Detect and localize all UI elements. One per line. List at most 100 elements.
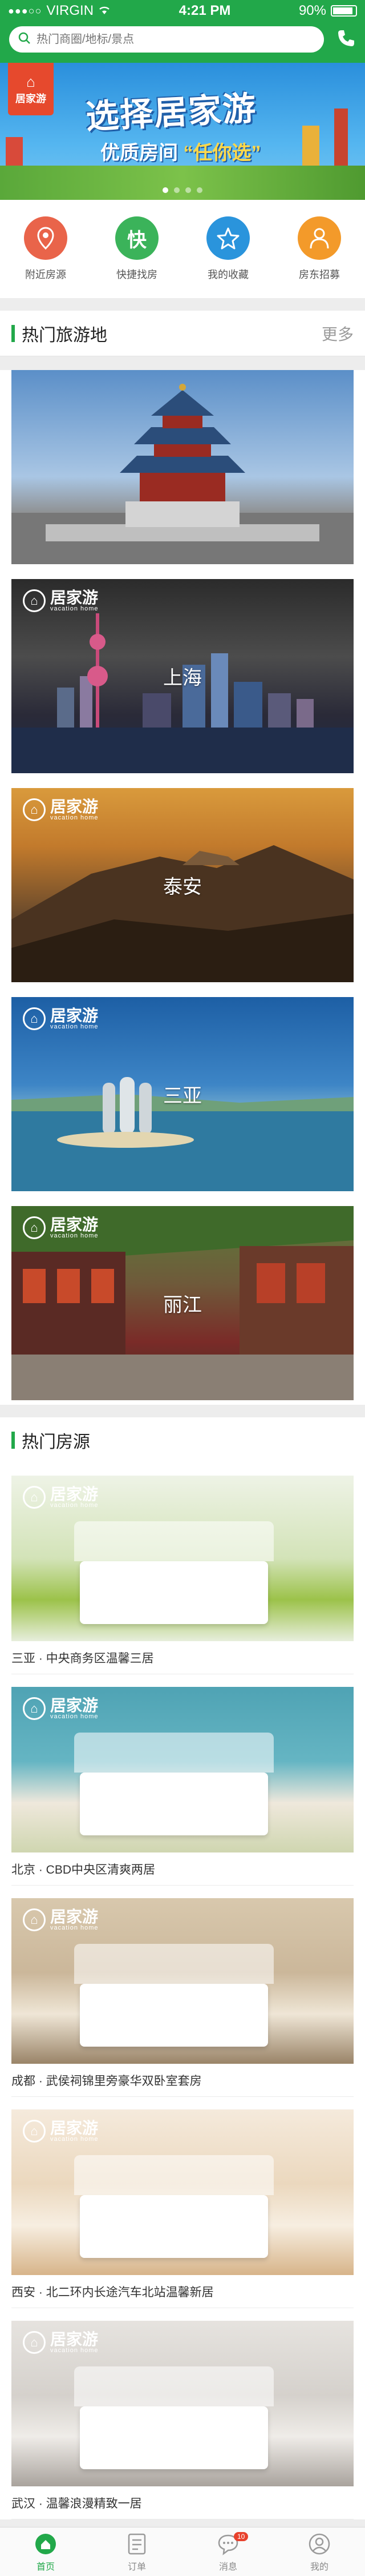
order-icon — [124, 2531, 149, 2557]
room-image: ⌂ 居家游 vacation home — [11, 2321, 354, 2486]
search-input[interactable] — [36, 33, 315, 46]
search-box[interactable] — [9, 26, 324, 53]
home-icon — [33, 2531, 58, 2557]
carrier-label: VIRGIN — [46, 3, 94, 18]
wifi-icon — [98, 3, 111, 19]
pager-dot[interactable] — [185, 187, 191, 193]
tab-messages[interactable]: 10 消息 — [182, 2527, 274, 2576]
room-card[interactable]: ⌂ 居家游 vacation home 西安 · 北二环内长途汽车北站温馨新居 — [11, 2097, 354, 2308]
destination-name: 泰安 — [163, 876, 202, 898]
watermark: ⌂ 居家游 vacation home — [23, 2120, 99, 2143]
watermark: ⌂ 居家游 vacation home — [23, 1007, 99, 1030]
tab-home[interactable]: 首页 — [0, 2527, 91, 2576]
promo-banner[interactable]: ⌂ 居家游 选择居家游 优质房间 “任你选” — [0, 63, 365, 200]
watermark-logo-icon: ⌂ — [23, 1908, 46, 1931]
section-marker — [11, 324, 15, 342]
banner-pager — [0, 187, 365, 193]
section-gap — [0, 1405, 365, 1417]
quick-nav-favorites[interactable]: 我的收藏 — [194, 216, 262, 282]
destinations-title-text: 热门旅游地 — [22, 325, 107, 345]
watermark-tagline: vacation home — [50, 1232, 99, 1239]
room-card[interactable]: ⌂ 居家游 vacation home 武汉 · 温馨浪漫精致一居 — [11, 2308, 354, 2519]
watermark-brand: 居家游 — [50, 588, 99, 606]
location-pin-icon — [24, 216, 67, 260]
banner-hill — [0, 166, 365, 200]
star-icon — [206, 216, 250, 260]
status-bar: ●●●○○ VIRGIN 4:21 PM 90% — [0, 0, 365, 22]
room-card[interactable]: ⌂ 居家游 vacation home 北京 · CBD中央区清爽两居 — [11, 1674, 354, 1886]
watermark-tagline: vacation home — [50, 2346, 99, 2354]
watermark: ⌂ 居家游 vacation home — [23, 1486, 99, 1509]
room-caption: 北京 · CBD中央区清爽两居 — [11, 1852, 354, 1886]
banner-logo: ⌂ 居家游 — [8, 63, 54, 115]
tab-profile[interactable]: 我的 — [274, 2527, 365, 2576]
destinations-header: 热门旅游地 更多 — [0, 311, 365, 356]
top-bar: ●●●○○ VIRGIN 4:21 PM 90% — [0, 0, 365, 63]
room-list: ⌂ 居家游 vacation home 三亚 · 中央商务区温馨三居 ⌂ 居家游 v… — [0, 1463, 365, 2519]
pager-dot[interactable] — [174, 187, 180, 193]
room-image: ⌂ 居家游 vacation home — [11, 1898, 354, 2064]
room-caption: 成都 · 武侯祠锦里旁豪华双卧室套房 — [11, 2064, 354, 2097]
tab-label: 首页 — [36, 2562, 55, 2572]
destination-card[interactable] — [11, 370, 354, 564]
room-card[interactable]: ⌂ 居家游 vacation home 成都 · 武侯祠锦里旁豪华双卧室套房 — [11, 1886, 354, 2097]
more-link[interactable]: 更多 — [322, 322, 354, 345]
watermark-brand: 居家游 — [50, 1006, 99, 1024]
watermark: ⌂ 居家游 vacation home — [23, 1697, 99, 1720]
watermark-logo-icon: ⌂ — [23, 2120, 46, 2143]
watermark-logo-icon: ⌂ — [23, 2331, 46, 2354]
quick-nav-fast-search[interactable]: 快 快捷找房 — [103, 216, 171, 282]
bed-illustration — [74, 1733, 274, 1835]
destination-name: 上海 — [163, 667, 202, 689]
status-time: 4:21 PM — [179, 3, 231, 18]
watermark-tagline: vacation home — [50, 1023, 99, 1030]
watermark-logo-icon: ⌂ — [23, 798, 46, 821]
banner-logo-text: 居家游 — [15, 93, 46, 105]
quick-nav-label: 我的收藏 — [208, 269, 249, 280]
search-row — [0, 22, 365, 53]
watermark-brand: 居家游 — [50, 2330, 99, 2348]
room-caption: 三亚 · 中央商务区温馨三居 — [11, 1641, 354, 1674]
destination-card[interactable]: ⌂ 居家游 vacation home 丽江 — [11, 1206, 354, 1400]
watermark-brand: 居家游 — [50, 1907, 99, 1926]
watermark: ⌂ 居家游 vacation home — [23, 1216, 99, 1239]
rooms-title-text: 热门房源 — [22, 1433, 90, 1452]
tab-label: 我的 — [310, 2562, 328, 2572]
tab-label: 消息 — [218, 2562, 237, 2572]
person-icon — [298, 216, 341, 260]
destination-list: ⌂ 居家游 vacation home 上海 ⌂ 居家游 vacation home… — [0, 370, 365, 1405]
rooms-title: 热门房源 — [11, 1428, 90, 1453]
quick-nav-host-recruit[interactable]: 房东招募 — [285, 216, 354, 282]
watermark-tagline: vacation home — [50, 605, 99, 612]
destination-card[interactable]: ⌂ 居家游 vacation home 上海 — [11, 579, 354, 773]
room-card[interactable]: ⌂ 居家游 vacation home 三亚 · 中央商务区温馨三居 — [11, 1463, 354, 1674]
quick-nav-nearby[interactable]: 附近房源 — [11, 216, 80, 282]
quick-nav-label: 附近房源 — [25, 269, 66, 280]
profile-icon — [307, 2531, 332, 2557]
temple-of-heaven-image — [11, 384, 354, 564]
quick-nav-label: 快捷找房 — [116, 269, 157, 280]
signal-icon: ●●●○○ — [8, 5, 42, 17]
quick-icon: 快 — [115, 216, 159, 260]
watermark: ⌂ 居家游 vacation home — [23, 2331, 99, 2354]
phone-button[interactable] — [324, 26, 356, 53]
status-left: ●●●○○ VIRGIN — [8, 3, 111, 19]
destinations-title: 热门旅游地 — [11, 321, 107, 346]
pager-dot[interactable] — [163, 187, 168, 193]
phone-icon — [336, 29, 356, 51]
watermark-logo-icon: ⌂ — [23, 589, 46, 612]
watermark-brand: 居家游 — [50, 797, 99, 815]
watermark-tagline: vacation home — [50, 1924, 99, 1931]
watermark-logo-icon: ⌂ — [23, 1007, 46, 1030]
destination-card[interactable]: ⌂ 居家游 vacation home 三亚 — [11, 997, 354, 1191]
pager-dot[interactable] — [197, 187, 202, 193]
quick-nav-label: 房东招募 — [299, 269, 340, 280]
section-marker — [11, 1432, 15, 1449]
tab-orders[interactable]: 订单 — [91, 2527, 182, 2576]
room-caption: 武汉 · 温馨浪漫精致一居 — [11, 2486, 354, 2519]
destination-card[interactable]: ⌂ 居家游 vacation home 泰安 — [11, 788, 354, 982]
room-image: ⌂ 居家游 vacation home — [11, 1476, 354, 1641]
message-badge: 10 — [234, 2532, 249, 2541]
bed-illustration — [74, 2155, 274, 2258]
watermark-brand: 居家游 — [50, 1485, 99, 1503]
